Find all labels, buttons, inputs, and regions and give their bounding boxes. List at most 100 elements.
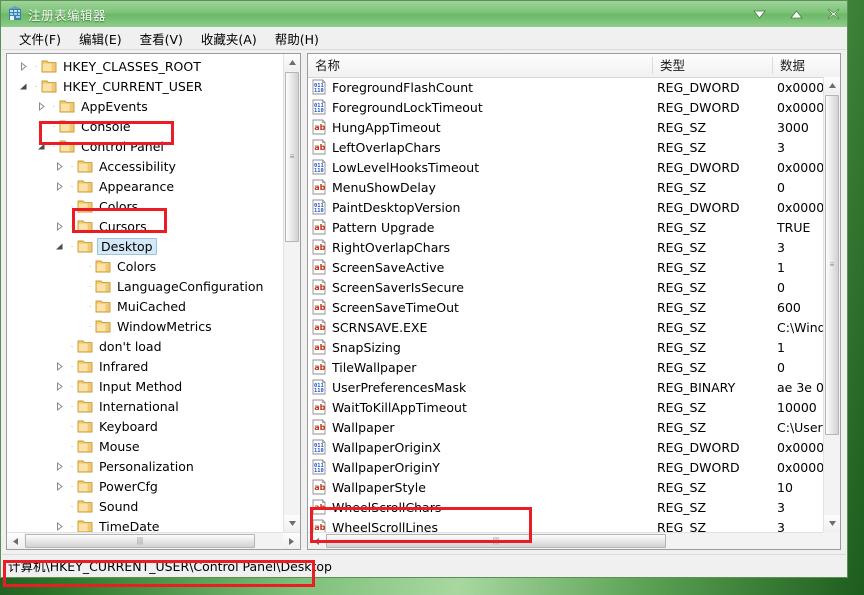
- tree-scroll-left-button[interactable]: [7, 533, 24, 549]
- tree-node-hkey-current-user[interactable]: · HKEY_CURRENT_USER: [7, 76, 283, 96]
- list-row-foregroundflashcount[interactable]: 011 110 ForegroundFlashCount REG_DWORD 0x000…: [308, 77, 823, 97]
- list-row-wallpaper[interactable]: ab Wallpaper REG_SZ C:\Users\A: [308, 417, 823, 437]
- tree-node-colors[interactable]: · Colors: [7, 196, 283, 216]
- list-row-screensaveactive[interactable]: ab ScreenSaveActive REG_SZ 1: [308, 257, 823, 277]
- tree-scroll-up-button[interactable]: [284, 54, 300, 71]
- value-type: REG_SZ: [657, 359, 707, 375]
- values-horizontal-scrollbar[interactable]: |||: [308, 532, 840, 549]
- minimize-button[interactable]: [752, 7, 767, 21]
- tree-node-input-method[interactable]: · Input Method: [7, 376, 283, 396]
- menu-edit[interactable]: 编辑(E): [70, 27, 131, 50]
- list-row-tilewallpaper[interactable]: ab TileWallpaper REG_SZ 0: [308, 357, 823, 377]
- chevron-right-icon[interactable]: [15, 58, 31, 74]
- tree-scroll-right-button[interactable]: [283, 533, 300, 549]
- tree-node-languageconfiguration[interactable]: · LanguageConfiguration: [7, 276, 283, 296]
- tree-node-label: Input Method: [99, 378, 183, 394]
- chevron-right-icon[interactable]: [51, 178, 67, 194]
- list-row-menushowdelay[interactable]: ab MenuShowDelay REG_SZ 0: [308, 177, 823, 197]
- menu-file[interactable]: 文件(F): [10, 27, 70, 50]
- column-header-type[interactable]: 类型: [653, 54, 773, 77]
- tree-node-mouse[interactable]: · Mouse: [7, 436, 283, 456]
- tree-node-accessibility[interactable]: · Accessibility: [7, 156, 283, 176]
- chevron-down-icon[interactable]: [33, 138, 49, 154]
- list-row-lowlevelhookstimeout[interactable]: 011 110 LowLevelHooksTimeout REG_DWORD 0x000…: [308, 157, 823, 177]
- list-row-wallpaperoriginx[interactable]: 011110WallpaperOriginX REG_DWORD 0x0000000…: [308, 437, 823, 457]
- list-row-paintdesktopversion[interactable]: 011110PaintDesktopVersion REG_DWORD 0x0000…: [308, 197, 823, 217]
- tree-node-console[interactable]: · Console: [7, 116, 283, 136]
- list-row-wheelscrollchars[interactable]: ab WheelScrollChars REG_SZ 3: [308, 497, 823, 517]
- tree-scrollbar-thumb[interactable]: ≡: [285, 72, 299, 242]
- value-data: 0x00000007: [777, 79, 823, 95]
- tree-node-don-t-load[interactable]: · don't load: [7, 336, 283, 356]
- tree-node-desktop[interactable]: · Desktop: [7, 236, 283, 256]
- tree-node-powercfg[interactable]: · PowerCfg: [7, 476, 283, 496]
- tree-node-hkey-classes-root[interactable]: · HKEY_CLASSES_ROOT: [7, 56, 283, 76]
- chevron-down-icon[interactable]: [15, 78, 31, 94]
- values-scroll-down-button[interactable]: [824, 515, 840, 532]
- menu-favorites[interactable]: 收藏夹(A): [192, 27, 266, 50]
- close-button[interactable]: [826, 7, 841, 21]
- values-hscrollbar-thumb[interactable]: |||: [326, 534, 666, 548]
- value-name: HungAppTimeout: [332, 119, 441, 135]
- tree-node-sound[interactable]: · Sound: [7, 496, 283, 516]
- column-header-data[interactable]: 数据: [773, 54, 823, 77]
- list-row-wheelscrolllines[interactable]: ab WheelScrollLines REG_SZ 3: [308, 517, 823, 532]
- tree-node-muicached[interactable]: · MuiCached: [7, 296, 283, 316]
- values-vertical-scrollbar[interactable]: ≡: [823, 77, 840, 532]
- menu-view[interactable]: 查看(V): [131, 27, 192, 50]
- list-row-rightoverlapchars[interactable]: ab RightOverlapChars REG_SZ 3: [308, 237, 823, 257]
- tree-node-appearance[interactable]: · Appearance: [7, 176, 283, 196]
- list-row-foregroundlocktimeout[interactable]: 011 110 ForegroundLockTimeout REG_DWORD 0x00…: [308, 97, 823, 117]
- tree-node-personalization[interactable]: · Personalization: [7, 456, 283, 476]
- values-scroll-up-button[interactable]: [824, 77, 840, 94]
- chevron-right-icon[interactable]: [51, 478, 67, 494]
- list-row-wallpaperstyle[interactable]: ab WallpaperStyle REG_SZ 10: [308, 477, 823, 497]
- list-row-screensaverissecure[interactable]: ab ScreenSaverIsSecure REG_SZ 0: [308, 277, 823, 297]
- maximize-button[interactable]: [789, 7, 804, 21]
- tree-scroll-down-button[interactable]: [284, 515, 300, 532]
- tree-node-windowmetrics[interactable]: · WindowMetrics: [7, 316, 283, 336]
- list-row-leftoverlapchars[interactable]: ab LeftOverlapChars REG_SZ 3: [308, 137, 823, 157]
- chevron-right-icon[interactable]: [51, 358, 67, 374]
- tree-node-timedate[interactable]: · TimeDate: [7, 516, 283, 532]
- list-row-wallpaperoriginy[interactable]: 011110WallpaperOriginY REG_DWORD 0x0000000…: [308, 457, 823, 477]
- registry-tree-pane[interactable]: · HKEY_CLASSES_ROOT · HKEY_CURRENT_USER · App…: [6, 53, 301, 550]
- list-row-snapsizing[interactable]: ab SnapSizing REG_SZ 1: [308, 337, 823, 357]
- chevron-right-icon[interactable]: [33, 98, 49, 114]
- chevron-right-icon[interactable]: [51, 518, 67, 532]
- svg-text:ab: ab: [314, 343, 325, 352]
- tree-node-appevents[interactable]: · AppEvents: [7, 96, 283, 116]
- string-value-icon: ab: [311, 339, 328, 355]
- tree-vertical-scrollbar[interactable]: ≡: [283, 54, 300, 532]
- values-scroll-left-button[interactable]: [308, 533, 325, 549]
- list-row-userpreferencesmask[interactable]: 011 110 UserPreferencesMask REG_BINARY ae 3e…: [308, 377, 823, 397]
- chevron-right-icon[interactable]: [51, 378, 67, 394]
- title-bar[interactable]: 注册表编辑器: [1, 1, 847, 27]
- tree-node-international[interactable]: · International: [7, 396, 283, 416]
- chevron-down-icon[interactable]: [51, 238, 67, 254]
- tree-node-infrared[interactable]: · Infrared: [7, 356, 283, 376]
- list-row-scrnsaveexe[interactable]: ab SCRNSAVE.EXE REG_SZ C:\Window: [308, 317, 823, 337]
- svg-text:110: 110: [314, 448, 324, 454]
- menu-help[interactable]: 帮助(H): [266, 27, 328, 50]
- chevron-right-icon[interactable]: [51, 158, 67, 174]
- tree-hscrollbar-thumb[interactable]: |||: [25, 534, 255, 548]
- tree-node-colors[interactable]: · Colors: [7, 256, 283, 276]
- values-scrollbar-corner: [823, 532, 840, 549]
- list-row-screensavetimeout[interactable]: ab ScreenSaveTimeOut REG_SZ 600: [308, 297, 823, 317]
- tree-horizontal-scrollbar[interactable]: |||: [7, 532, 300, 549]
- list-row-waittokillapptimeout[interactable]: ab WaitToKillAppTimeout REG_SZ 10000: [308, 397, 823, 417]
- tree-node-keyboard[interactable]: · Keyboard: [7, 416, 283, 436]
- list-row-hungapptimeout[interactable]: ab HungAppTimeout REG_SZ 3000: [308, 117, 823, 137]
- value-name: RightOverlapChars: [332, 239, 451, 255]
- column-header-name[interactable]: 名称: [308, 54, 653, 77]
- tree-node-cursors[interactable]: · Cursors: [7, 216, 283, 236]
- list-row-patternupgrade[interactable]: ab Pattern Upgrade REG_SZ TRUE: [308, 217, 823, 237]
- chevron-right-icon[interactable]: [51, 218, 67, 234]
- registry-values-pane[interactable]: 名称 类型 数据 011 110 ForegroundFlashCount REG_D…: [307, 53, 841, 550]
- string-value-icon: ab: [311, 399, 328, 415]
- values-scrollbar-thumb[interactable]: ≡: [825, 95, 839, 435]
- chevron-right-icon[interactable]: [51, 398, 67, 414]
- chevron-right-icon[interactable]: [51, 458, 67, 474]
- tree-node-control-panel[interactable]: · Control Panel: [7, 136, 283, 156]
